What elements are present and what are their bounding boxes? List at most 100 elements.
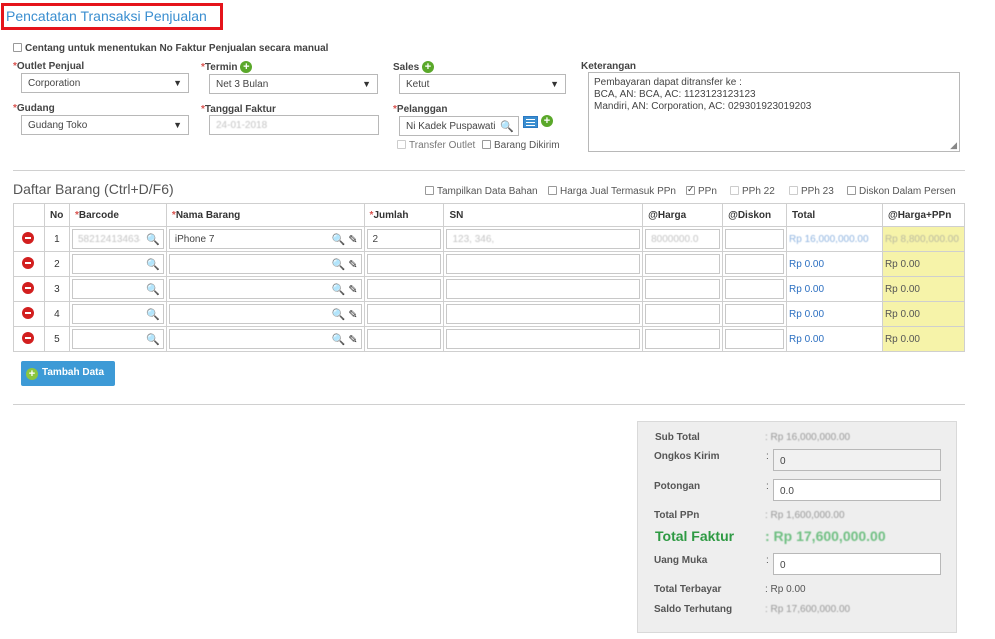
- jumlah-input[interactable]: [366, 304, 442, 324]
- nama-barang-input[interactable]: 🔍 ✎: [168, 304, 362, 324]
- nama-barang-input[interactable]: 🔍 ✎: [168, 279, 362, 299]
- total-faktur-label: Total Faktur: [655, 528, 735, 544]
- sn-input[interactable]: [446, 329, 641, 349]
- sn-input[interactable]: [446, 279, 641, 299]
- customer-list-icon[interactable]: [523, 116, 538, 128]
- manual-invoice-checkbox[interactable]: Centang untuk menentukan No Faktur Penju…: [13, 43, 328, 54]
- jumlah-input[interactable]: 2: [366, 229, 442, 249]
- delete-row-icon[interactable]: [22, 281, 34, 294]
- opt-harga-termasuk-ppn[interactable]: Harga Jual Termasuk PPn: [548, 186, 676, 197]
- search-icon[interactable]: 🔍: [146, 258, 160, 271]
- barcode-input[interactable]: 🔍: [71, 304, 164, 324]
- barcode-input[interactable]: 582124134634 🔍: [71, 229, 164, 249]
- uang-muka-label: Uang Muka: [654, 555, 708, 566]
- sub-total-value: : Rp 16,000,000.00: [765, 432, 851, 443]
- edit-icon[interactable]: ✎: [348, 309, 357, 321]
- col-diskon: @Diskon: [722, 203, 788, 227]
- search-icon[interactable]: 🔍: [332, 309, 346, 321]
- edit-icon[interactable]: ✎: [348, 234, 357, 246]
- sales-label: Sales +: [393, 61, 434, 73]
- chevron-down-icon: ▼: [550, 79, 559, 89]
- search-icon[interactable]: 🔍: [146, 308, 160, 321]
- uang-muka-input[interactable]: 0: [773, 553, 941, 575]
- diskon-input[interactable]: [725, 304, 785, 324]
- add-termin-icon[interactable]: +: [240, 61, 253, 73]
- manual-invoice-check-icon[interactable]: [13, 43, 22, 52]
- diskon-input[interactable]: [725, 229, 785, 249]
- jumlah-input[interactable]: [366, 329, 442, 349]
- delete-row-icon[interactable]: [22, 231, 34, 244]
- opt-diskon-persen[interactable]: Diskon Dalam Persen: [847, 186, 956, 197]
- sn-input[interactable]: [446, 254, 641, 274]
- gudang-select[interactable]: Gudang Toko ▼: [21, 115, 189, 135]
- edit-icon[interactable]: ✎: [348, 284, 357, 296]
- transfer-outlet-checkbox[interactable]: Transfer Outlet: [397, 140, 475, 151]
- edit-icon[interactable]: ✎: [348, 334, 357, 346]
- search-icon[interactable]: 🔍: [332, 334, 346, 346]
- daftar-barang-title: Daftar Barang (Ctrl+D/F6): [13, 181, 174, 197]
- barcode-input[interactable]: 🔍: [71, 279, 164, 299]
- tanggal-input[interactable]: 24-01-2018: [209, 115, 379, 135]
- harga-input[interactable]: [645, 279, 721, 299]
- saldo-terhutang-value: : Rp 17,600,000.00: [765, 604, 851, 615]
- harga-input[interactable]: [645, 329, 721, 349]
- harga-input[interactable]: 8000000.0: [645, 229, 721, 249]
- divider: [13, 170, 965, 171]
- delete-row-icon[interactable]: [22, 331, 34, 344]
- col-harga-ppn: @Harga+PPn: [881, 203, 966, 227]
- opt-ppn[interactable]: PPn: [686, 184, 717, 197]
- table-row: 1 582124134634 🔍 iPhone 7 🔍 ✎ 2 123, 346, …: [13, 226, 966, 252]
- delete-row-icon[interactable]: [22, 306, 34, 319]
- ongkos-kirim-input[interactable]: 0: [773, 449, 941, 471]
- jumlah-input[interactable]: [366, 279, 442, 299]
- barang-dikirim-checkbox[interactable]: Barang Dikirim: [482, 140, 560, 151]
- table-header: No *Barcode *Nama Barang *Jumlah SN @Har…: [13, 203, 966, 227]
- search-icon[interactable]: 🔍: [332, 234, 346, 246]
- table-row: 3 🔍 🔍 ✎ Rp 0.00 Rp 0.00: [13, 276, 966, 302]
- barcode-input[interactable]: 🔍: [71, 329, 164, 349]
- outlet-label: *Outlet Penjual: [13, 61, 85, 72]
- add-sales-icon[interactable]: +: [421, 61, 434, 73]
- opt-pph22[interactable]: PPh 22: [730, 186, 775, 197]
- termin-select[interactable]: Net 3 Bulan ▼: [209, 74, 378, 94]
- harga-input[interactable]: [645, 254, 721, 274]
- barcode-input[interactable]: 🔍: [71, 254, 164, 274]
- sn-input[interactable]: 123, 346,: [446, 229, 641, 249]
- diskon-input[interactable]: [725, 254, 785, 274]
- keterangan-textarea[interactable]: Pembayaran dapat ditransfer ke : BCA, AN…: [588, 72, 960, 152]
- search-icon[interactable]: 🔍: [146, 283, 160, 296]
- diskon-input[interactable]: [725, 329, 785, 349]
- search-icon[interactable]: 🔍: [146, 233, 160, 246]
- col-sn: SN: [443, 203, 644, 227]
- sn-input[interactable]: [446, 304, 641, 324]
- delete-row-icon[interactable]: [22, 256, 34, 269]
- diskon-input[interactable]: [725, 279, 785, 299]
- outlet-select[interactable]: Corporation ▼: [21, 73, 189, 93]
- opt-tampilkan-data-bahan[interactable]: Tampilkan Data Bahan: [425, 186, 538, 197]
- gudang-label: *Gudang: [13, 103, 55, 114]
- pelanggan-input[interactable]: Ni Kadek Puspawati 🔍: [399, 116, 519, 136]
- search-icon[interactable]: 🔍: [332, 284, 346, 296]
- page-title: Pencatatan Transaksi Penjualan: [6, 8, 207, 24]
- col-harga: @Harga: [642, 203, 724, 227]
- jumlah-input[interactable]: [366, 254, 442, 274]
- nama-barang-input[interactable]: iPhone 7 🔍 ✎: [168, 229, 362, 249]
- search-icon[interactable]: 🔍: [332, 259, 346, 271]
- tanggal-label: *Tanggal Faktur: [201, 104, 276, 115]
- harga-input[interactable]: [645, 304, 721, 324]
- tambah-data-button[interactable]: + Tambah Data: [21, 361, 115, 386]
- sales-select[interactable]: Ketut ▼: [399, 74, 566, 94]
- total-terbayar-label: Total Terbayar: [654, 584, 722, 595]
- search-icon[interactable]: 🔍: [146, 333, 160, 346]
- edit-icon[interactable]: ✎: [348, 259, 357, 271]
- items-table: No *Barcode *Nama Barang *Jumlah SN @Har…: [13, 203, 966, 352]
- potongan-input[interactable]: 0.0: [773, 479, 941, 501]
- nama-barang-input[interactable]: 🔍 ✎: [168, 329, 362, 349]
- col-no: No: [43, 203, 70, 227]
- nama-barang-input[interactable]: 🔍 ✎: [168, 254, 362, 274]
- opt-pph23[interactable]: PPh 23: [789, 186, 834, 197]
- resize-handle-icon[interactable]: ◢: [950, 139, 957, 151]
- total-faktur-value: : Rp 17,600,000.00: [765, 528, 886, 544]
- add-customer-icon[interactable]: +: [541, 115, 553, 127]
- search-icon[interactable]: 🔍: [500, 120, 514, 133]
